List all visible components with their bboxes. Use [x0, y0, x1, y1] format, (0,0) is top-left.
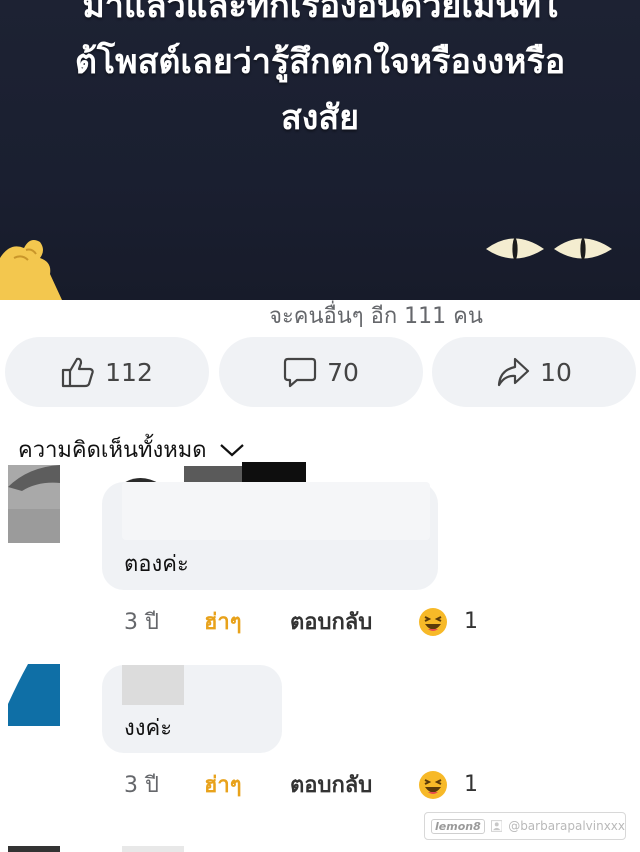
comment-text: ตองค่ะ: [124, 552, 189, 577]
avatar[interactable]: [8, 846, 60, 852]
cat-eyes-icon: [486, 238, 612, 260]
post-caption: มาแล้วและทักเรื่องอื่นด้วยเมนท์ใ ต้โพสต์…: [0, 0, 640, 146]
text-redaction: [122, 482, 430, 540]
avatar-image: [8, 664, 60, 726]
comment-time: 3 ปี: [124, 773, 159, 798]
watermark: lemon8 @barbarapalvinxxx: [424, 812, 626, 840]
reaction-count: 1: [464, 609, 478, 634]
comment-time: 3 ปี: [124, 610, 159, 635]
post-actions: 112 70 10: [0, 337, 640, 407]
thumbs-up-icon: [62, 357, 94, 388]
post-detail-screen: มาแล้วและทักเรื่องอื่นด้วยเมนท์ใ ต้โพสต์…: [0, 0, 640, 852]
share-arrow-icon: [497, 357, 530, 387]
post-image[interactable]: มาแล้วและทักเรื่องอื่นด้วยเมนท์ใ ต้โพสต์…: [0, 0, 640, 300]
comment-bubble[interactable]: [122, 846, 184, 852]
reaction-summary[interactable]: จะคนอื่นๆ อีก 111 คน: [0, 298, 640, 328]
comment-bubble-icon: [283, 357, 317, 388]
chevron-down-icon: [219, 443, 244, 456]
comment-count: 70: [327, 357, 359, 387]
watermark-handle: @barbarapalvinxxx: [508, 819, 625, 833]
cartoon-hand-icon: [0, 240, 62, 300]
avatar[interactable]: [8, 664, 60, 726]
laughing-emoji-icon: [419, 770, 447, 799]
reaction-count: 1: [464, 772, 478, 797]
user-icon: [490, 820, 503, 832]
reply-button[interactable]: ตอบกลับ: [290, 604, 418, 639]
watermark-brand: lemon8: [431, 818, 485, 834]
share-count: 10: [540, 357, 572, 387]
comment-button[interactable]: 70: [219, 337, 423, 407]
laughing-emoji-icon: [419, 607, 447, 636]
comment-meta: 3 ปี ฮ่าๆ ตอบกลับ 1: [124, 604, 478, 639]
comment-text: งงค่ะ: [124, 716, 173, 741]
caption-line: สงสัย: [280, 98, 360, 138]
text-redaction: [122, 665, 184, 705]
haha-reaction-button[interactable]: ฮ่าๆ: [204, 767, 290, 802]
avatar[interactable]: [8, 465, 60, 543]
comment-meta: 3 ปี ฮ่าๆ ตอบกลับ 1: [124, 767, 478, 802]
reaction-summary-text: จะคนอื่นๆ อีก 111 คน: [269, 304, 483, 328]
share-button[interactable]: 10: [432, 337, 636, 407]
like-button[interactable]: 112: [5, 337, 209, 407]
caption-line: ต้โพสต์เลยว่ารู้สึกตกใจหรืองงหรือ: [74, 42, 566, 82]
username-redaction: [122, 462, 306, 484]
caption-line: มาแล้วและทักเรื่องอื่นด้วยเมนท์ใ: [82, 0, 558, 26]
like-count: 112: [105, 357, 153, 387]
haha-reaction-button[interactable]: ฮ่าๆ: [204, 604, 290, 639]
avatar-image: [8, 465, 60, 543]
reply-button[interactable]: ตอบกลับ: [290, 767, 418, 802]
